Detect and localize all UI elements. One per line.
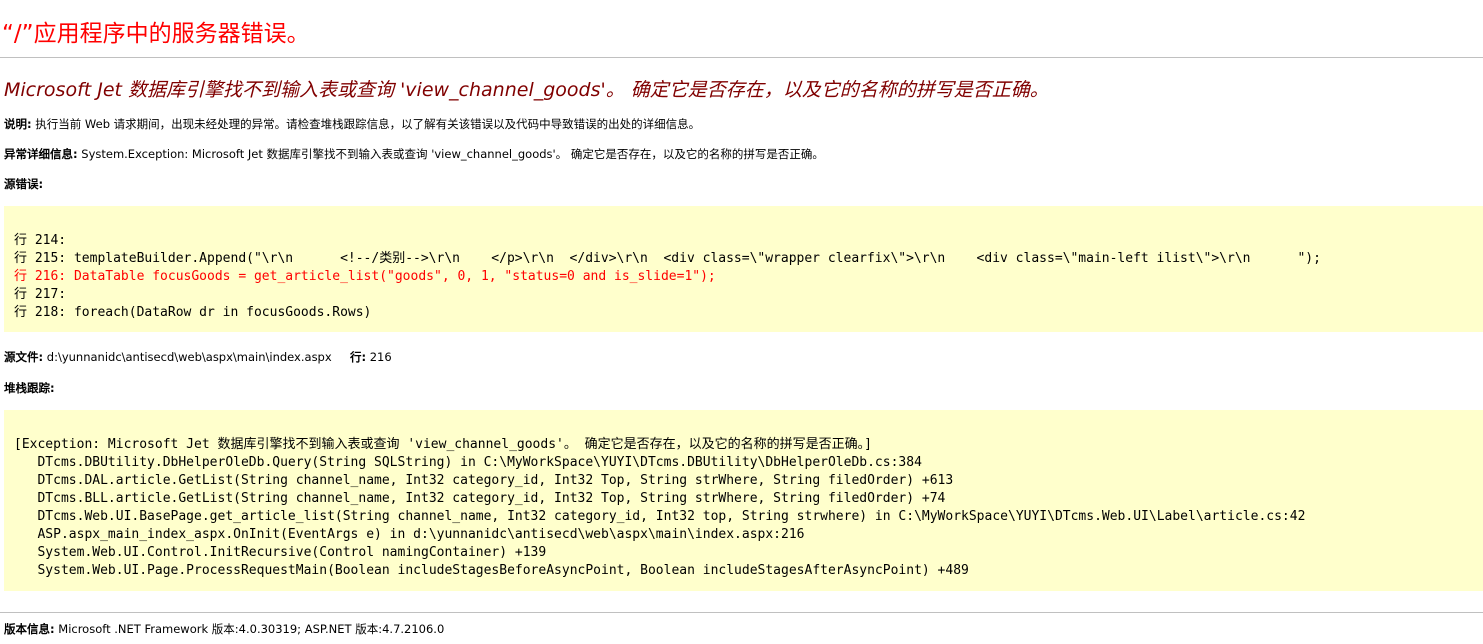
source-error-box: 行 214: 行 215: templateBuilder.Append("\r… — [4, 206, 1483, 332]
source-line-number: 216 — [369, 350, 392, 364]
stack-trace-entry: [Exception: Microsoft Jet 数据库引擎找不到输入表或查询… — [14, 437, 873, 452]
exception-details-text: System.Exception: Microsoft Jet 数据库引擎找不到… — [81, 147, 824, 161]
stack-trace-entry: System.Web.UI.Page.ProcessRequestMain(Bo… — [14, 563, 969, 578]
stack-trace-entry: DTcms.Web.UI.BasePage.get_article_list(S… — [14, 509, 1306, 524]
source-line-214: 行 214: — [14, 233, 67, 248]
error-heading: Microsoft Jet 数据库引擎找不到输入表或查询 'view_chann… — [4, 79, 1049, 101]
stack-trace-line: 堆栈跟踪: — [4, 380, 55, 396]
source-error-label: 源错误: — [4, 177, 44, 191]
source-file-line: 源文件: d:\yunnanidc\antisecd\web\aspx\main… — [4, 349, 392, 365]
exception-details-label: 异常详细信息: — [4, 147, 78, 161]
stack-trace-box: [Exception: Microsoft Jet 数据库引擎找不到输入表或查询… — [4, 410, 1483, 591]
source-line-217: 行 217: — [14, 287, 67, 302]
stack-trace-entry: DTcms.DAL.article.GetList(String channel… — [14, 473, 954, 488]
top-divider — [0, 57, 1483, 58]
source-line-label: 行: — [349, 350, 367, 364]
description-label: 说明: — [4, 117, 32, 131]
source-file-label: 源文件: — [4, 350, 44, 364]
version-label: 版本信息: — [4, 622, 55, 636]
stack-trace-entry: System.Web.UI.Control.InitRecursive(Cont… — [14, 545, 547, 560]
stack-trace-label: 堆栈跟踪: — [4, 381, 55, 395]
source-line-218: 行 218: foreach(DataRow dr in focusGoods.… — [14, 305, 372, 320]
bottom-divider — [0, 612, 1483, 613]
source-error-line: 源错误: — [4, 176, 43, 192]
page-title: “/”应用程序中的服务器错误。 — [2, 21, 310, 47]
version-text: Microsoft .NET Framework 版本:4.0.30319; A… — [58, 622, 445, 636]
exception-details-line: 异常详细信息: System.Exception: Microsoft Jet … — [4, 146, 824, 162]
stack-trace-entry: ASP.aspx_main_index_aspx.OnInit(EventArg… — [14, 527, 805, 542]
stack-trace-entry: DTcms.DBUtility.DbHelperOleDb.Query(Stri… — [14, 455, 922, 470]
description-line: 说明: 执行当前 Web 请求期间，出现未经处理的异常。请检查堆栈跟踪信息，以了… — [4, 116, 700, 132]
source-line-215: 行 215: templateBuilder.Append("\r\n <!--… — [14, 251, 1321, 266]
stack-trace-entry: DTcms.BLL.article.GetList(String channel… — [14, 491, 946, 506]
source-line-216-highlighted: 行 216: DataTable focusGoods = get_articl… — [14, 269, 716, 284]
version-info-line: 版本信息: Microsoft .NET Framework 版本:4.0.30… — [4, 621, 444, 637]
source-file-path: d:\yunnanidc\antisecd\web\aspx\main\inde… — [46, 350, 332, 364]
description-text: 执行当前 Web 请求期间，出现未经处理的异常。请检查堆栈跟踪信息，以了解有关该… — [35, 117, 701, 131]
